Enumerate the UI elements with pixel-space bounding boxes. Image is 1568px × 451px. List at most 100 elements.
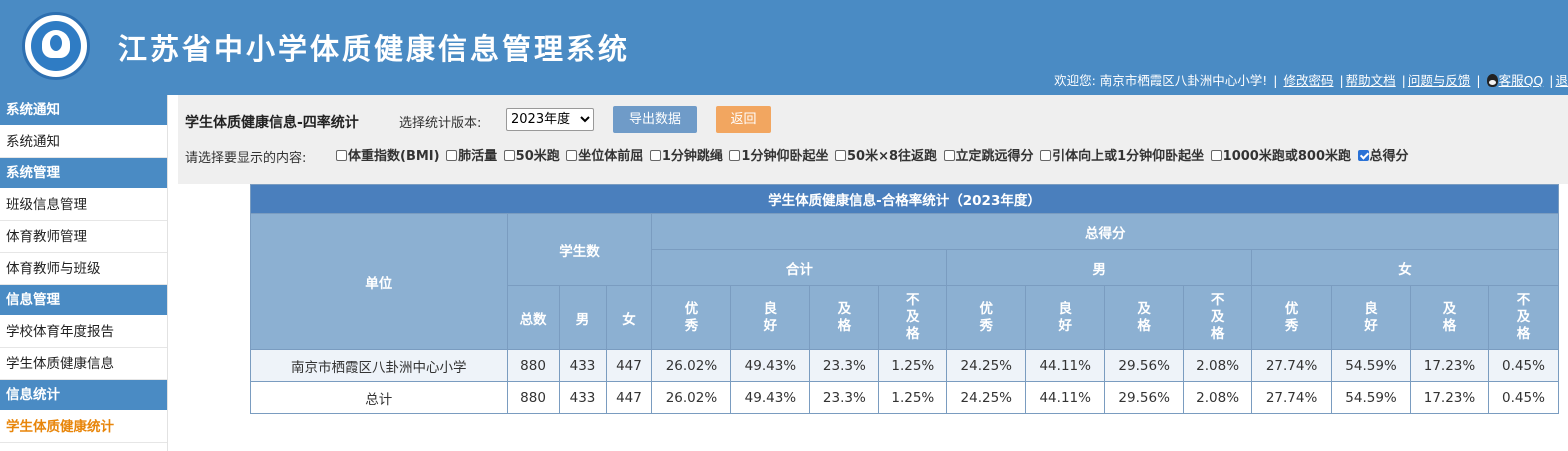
table-cell: 433 [558, 349, 607, 382]
checkbox-sit-up[interactable] [729, 150, 741, 161]
table-cell: 1.25% [878, 381, 948, 414]
option-long-jump[interactable]: 立定跳远得分 [943, 145, 1034, 164]
table-cell: 17.23% [1410, 381, 1489, 414]
rate-subheader-female-fail: 不 及 格 [1487, 285, 1560, 350]
table-cell: 54.59% [1331, 381, 1411, 414]
checkbox-shuttle-run[interactable] [834, 150, 846, 161]
sidebar-item-annual-report[interactable]: 学校体育年度报告 [0, 316, 167, 348]
student-count-header: 学生数 [506, 213, 653, 286]
option-long-run[interactable]: 1000米跑或800米跑 [1210, 145, 1351, 164]
table-cell: 2.08% [1183, 349, 1253, 382]
total-score-header: 总得分 [651, 213, 1559, 250]
table-row: 南京市栖霞区八卦洲中心小学 880 433 447 26.02% 49.43% 23.3% 1… [250, 349, 1560, 382]
group-header-female: 女 [1251, 249, 1559, 286]
table-cell: 17.23% [1410, 349, 1489, 382]
option-sit-reach[interactable]: 坐位体前屈 [566, 145, 643, 164]
sidebar-section-system: 系统管理 [0, 158, 167, 189]
logout-link[interactable]: 退 [1555, 73, 1568, 88]
rate-subheader-total-good: 良 好 [730, 285, 811, 350]
table-cell: 29.56% [1104, 349, 1185, 382]
table-title: 学生体质健康信息-合格率统计（2023年度） [250, 184, 1559, 214]
logo-icon [22, 12, 90, 80]
table-cell: 29.56% [1104, 381, 1185, 414]
option-vital-capacity[interactable]: 肺活量 [446, 145, 497, 164]
change-password-link[interactable]: 修改密码 [1283, 73, 1333, 88]
table-cell: 880 [506, 381, 560, 414]
table-cell: 24.25% [946, 381, 1027, 414]
table-cell: 433 [558, 381, 607, 414]
checkbox-bmi[interactable] [336, 150, 347, 161]
option-shuttle-run[interactable]: 50米×8往返跑 [834, 145, 937, 164]
table-cell: 2.08% [1183, 381, 1253, 414]
version-label: 选择统计版本: [399, 116, 482, 131]
count-subheader-female: 女 [605, 285, 653, 350]
user-bar: 欢迎您: 南京市栖霞区八卦洲中心小学! | 修改密码 | 帮助文档 | 问题与反馈 … [1054, 73, 1568, 88]
checkbox-pull-up[interactable] [1040, 150, 1052, 161]
checkbox-vital-capacity[interactable] [446, 150, 458, 161]
table-cell: 27.74% [1251, 349, 1333, 382]
option-total-score[interactable]: 总得分 [1357, 145, 1409, 164]
option-rope-skip[interactable]: 1分钟跳绳 [649, 145, 723, 164]
feedback-link[interactable]: 问题与反馈 [1408, 73, 1471, 88]
qq-icon [1486, 74, 1498, 87]
option-pull-up[interactable]: 引体向上或1分钟仰卧起坐 [1040, 145, 1204, 164]
rate-subheader-female-excellent: 优 秀 [1251, 285, 1333, 350]
customer-qq-link[interactable]: 客服QQ [1499, 73, 1544, 88]
table-cell-unit: 南京市栖霞区八卦洲中心小学 [250, 349, 508, 382]
table-cell: 447 [605, 349, 653, 382]
rate-subheader-total-pass: 及 格 [809, 285, 880, 350]
table-cell: 880 [506, 349, 560, 382]
sidebar-item-health-stats[interactable]: 学生体质健康统计 [0, 411, 167, 443]
sidebar-section-notice: 系统通知 [0, 95, 167, 126]
page-title: 学生体质健康信息-四率统计 [185, 115, 359, 131]
content-choose-label: 请选择要显示的内容: [185, 151, 307, 166]
rate-subheader-female-pass: 及 格 [1410, 285, 1489, 350]
sidebar-item-teacher-management[interactable]: 体育教师管理 [0, 221, 167, 253]
content-options: 体重指数(BMI) 肺活量 50米跑 坐位体前屈 1分钟跳绳 1分钟仰卧起坐 5… [336, 145, 1411, 164]
welcome-text: 欢迎您: 南京市栖霞区八卦洲中心小学! [1054, 73, 1268, 88]
sidebar-item-teacher-class[interactable]: 体育教师与班级 [0, 253, 167, 285]
table-cell: 44.11% [1025, 349, 1106, 382]
unit-header: 单位 [250, 213, 508, 350]
table-cell: 27.74% [1251, 381, 1333, 414]
table-cell: 26.02% [651, 349, 732, 382]
app-header: 江苏省中小学体质健康信息管理系统 欢迎您: 南京市栖霞区八卦洲中心小学! | 修… [0, 0, 1568, 95]
sidebar-item-class-management[interactable]: 班级信息管理 [0, 189, 167, 221]
sidebar-item-student-health-info[interactable]: 学生体质健康信息 [0, 348, 167, 380]
checkbox-long-jump[interactable] [943, 150, 955, 161]
sidebar-section-stats: 信息统计 [0, 380, 167, 411]
table-cell: 24.25% [946, 349, 1027, 382]
rate-subheader-male-fail: 不 及 格 [1183, 285, 1253, 350]
group-header-total: 合计 [651, 249, 948, 286]
checkbox-rope-skip[interactable] [649, 150, 661, 161]
rate-subheader-male-pass: 及 格 [1104, 285, 1185, 350]
group-header-male: 男 [946, 249, 1253, 286]
table-row: 总计 880 433 447 26.02% 49.43% 23.3% 1.25% 24.25% 4… [250, 381, 1560, 414]
checkbox-50m-run[interactable] [503, 150, 515, 161]
table-cell: 0.45% [1487, 381, 1560, 414]
count-subheader-male: 男 [558, 285, 607, 350]
rate-subheader-male-good: 良 好 [1025, 285, 1106, 350]
pass-rate-table: 学生体质健康信息-合格率统计（2023年度） 单位 学生数 总得分 合计 男 女… [250, 184, 1560, 414]
table-cell: 0.45% [1487, 349, 1560, 382]
table-cell: 447 [605, 381, 653, 414]
checkbox-long-run[interactable] [1210, 150, 1222, 161]
table-cell: 49.43% [730, 381, 811, 414]
table-cell: 26.02% [651, 381, 732, 414]
option-50m-run[interactable]: 50米跑 [503, 145, 560, 164]
help-docs-link[interactable]: 帮助文档 [1346, 73, 1396, 88]
checkbox-total-score[interactable] [1357, 150, 1369, 161]
export-button[interactable]: 导出数据 [613, 106, 697, 133]
back-button[interactable]: 返回 [716, 106, 771, 133]
rate-subheader-total-excellent: 优 秀 [651, 285, 732, 350]
sidebar-section-info: 信息管理 [0, 285, 167, 316]
option-bmi[interactable]: 体重指数(BMI) [336, 145, 440, 164]
rate-subheader-male-excellent: 优 秀 [946, 285, 1027, 350]
option-sit-up[interactable]: 1分钟仰卧起坐 [729, 145, 828, 164]
toolbar: 学生体质健康信息-四率统计 选择统计版本: 2023年度 导出数据 返回 请选择… [178, 95, 1568, 184]
rate-subheader-female-good: 良 好 [1331, 285, 1411, 350]
checkbox-sit-reach[interactable] [566, 150, 578, 161]
version-select[interactable]: 2023年度 [506, 108, 594, 131]
table-cell-unit: 总计 [250, 381, 508, 414]
sidebar-item-system-notice[interactable]: 系统通知 [0, 126, 167, 158]
